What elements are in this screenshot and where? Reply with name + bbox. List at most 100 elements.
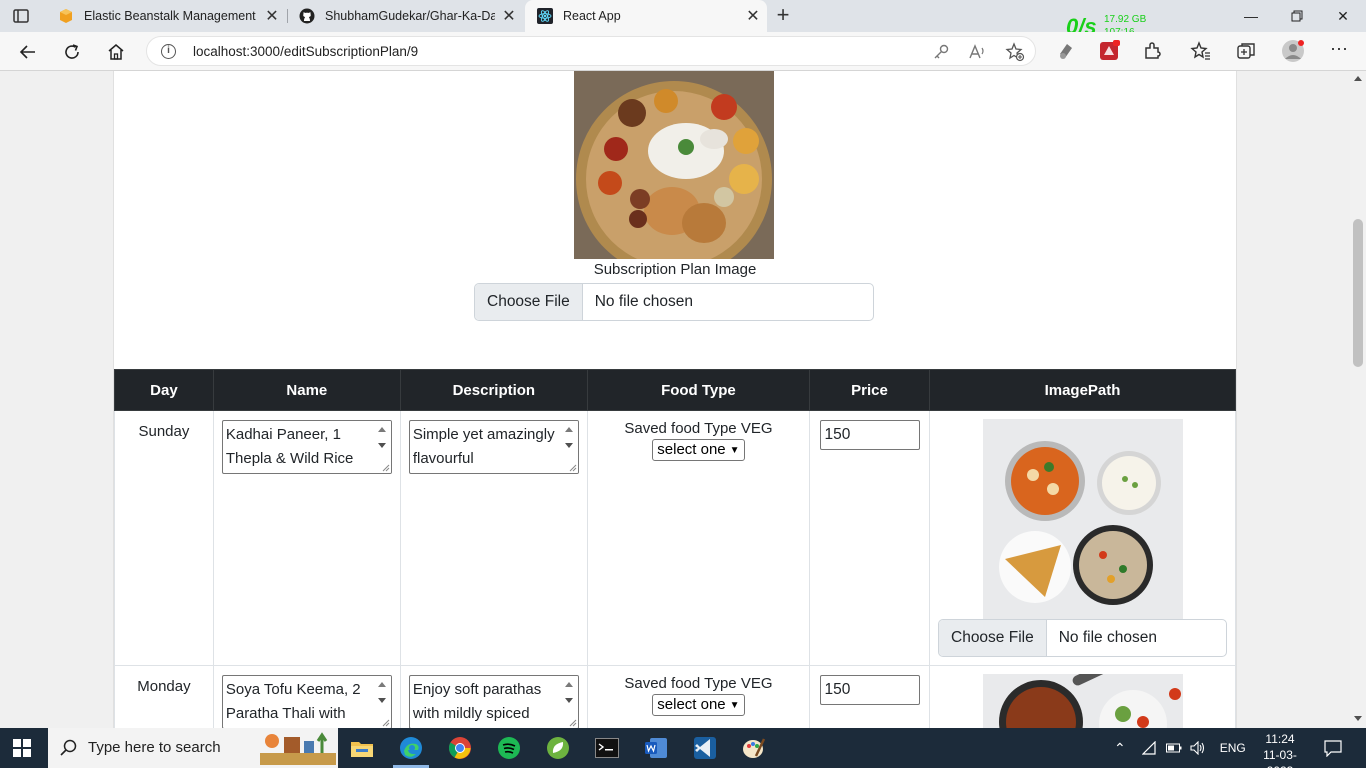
day-cell: Monday — [114, 665, 214, 728]
site-info-icon[interactable]: i — [161, 44, 176, 59]
meal-name-text: Soya Tofu Keema, 2 Paratha Thali with — [225, 681, 361, 722]
react-favicon-icon — [537, 8, 553, 24]
scroll-down-icon[interactable] — [564, 443, 573, 448]
chrome-icon[interactable] — [446, 734, 474, 762]
food-type-cell: Saved food Type VEG select one ▼ — [586, 665, 811, 728]
close-tab-icon[interactable]: ✕ — [495, 6, 523, 26]
description-cell: Simple yet amazingly flavourful — [399, 410, 588, 666]
tab-actions-icon[interactable] — [12, 7, 30, 25]
scroll-down-icon[interactable] — [564, 698, 573, 703]
food-type-select[interactable]: select one ▼ — [652, 439, 745, 461]
restore-icon[interactable] — [1274, 4, 1320, 28]
chevron-up-icon[interactable]: ⌃ — [1114, 740, 1126, 757]
select-value: select one — [657, 441, 726, 458]
price-input[interactable]: 150 — [819, 420, 920, 450]
meal-image — [982, 419, 1183, 619]
system-tray: ⌃ ENG — [1114, 728, 1246, 768]
word-icon[interactable] — [642, 734, 670, 762]
scroll-up-icon[interactable] — [377, 427, 386, 432]
food-type-select[interactable]: select one ▼ — [652, 694, 745, 716]
system-clock[interactable]: 11:24 11-03-2023 — [1250, 731, 1310, 768]
github-favicon-icon — [299, 8, 315, 24]
favorites-icon[interactable] — [1190, 40, 1212, 62]
price-input[interactable]: 150 — [819, 675, 920, 705]
plan-image-file-input[interactable]: Choose File No file chosen — [474, 283, 874, 321]
profile-avatar-icon[interactable] — [1281, 39, 1305, 63]
net-stat-usage: 17.92 GB — [1104, 14, 1147, 25]
resize-grip-icon[interactable] — [380, 717, 390, 727]
select-value: select one — [657, 696, 726, 713]
url-text[interactable]: localhost:3000/editSubscriptionPlan/9 — [193, 44, 418, 59]
tab-elastic-beanstalk[interactable]: Elastic Beanstalk Management Co ✕ — [46, 0, 286, 32]
saved-food-type-label: Saved food Type VEG — [624, 420, 773, 437]
tab-react-app[interactable]: React App ✕ — [525, 0, 767, 32]
page-scrollbar[interactable] — [1350, 71, 1366, 728]
scroll-down-arrow-icon[interactable] — [1354, 716, 1362, 721]
address-bar[interactable]: i localhost:3000/editSubscriptionPlan/9 — [146, 36, 1036, 66]
table-row: Monday Soya Tofu Keema, 2 Paratha Thali … — [114, 665, 1236, 728]
notifications-icon[interactable] — [1324, 739, 1342, 757]
scroll-down-icon[interactable] — [377, 443, 386, 448]
name-cell: Kadhai Paneer, 1 Thepla & Wild Rice — [212, 410, 401, 666]
scroll-up-icon[interactable] — [564, 682, 573, 687]
collections-icon[interactable] — [1235, 40, 1257, 62]
refresh-icon[interactable] — [60, 40, 84, 64]
tab-github[interactable]: ShubhamGudekar/Ghar-Ka-Dabba ✕ — [287, 0, 523, 32]
terminal-icon[interactable] — [593, 734, 621, 762]
volume-icon[interactable] — [1190, 741, 1206, 755]
scroll-up-icon[interactable] — [377, 682, 386, 687]
close-tab-icon[interactable]: ✕ — [258, 6, 286, 26]
scroll-up-icon[interactable] — [564, 427, 573, 432]
close-tab-icon[interactable]: ✕ — [739, 6, 767, 26]
col-header-name: Name — [212, 369, 401, 411]
meal-description-text: Simple yet amazingly flavourful — [412, 426, 555, 467]
tab-title: Elastic Beanstalk Management Co — [84, 9, 258, 23]
scroll-down-icon[interactable] — [377, 698, 386, 703]
home-icon[interactable] — [104, 40, 128, 64]
choose-file-button[interactable]: Choose File — [939, 620, 1047, 656]
resize-grip-icon[interactable] — [567, 462, 577, 472]
key-icon[interactable] — [931, 42, 951, 62]
network-icon[interactable] — [1141, 741, 1156, 755]
meal-description-textarea[interactable]: Simple yet amazingly flavourful — [408, 420, 579, 474]
more-menu-icon[interactable]: ⋯ — [1328, 40, 1350, 62]
meals-table: Day Name Description Food Type Price Ima… — [114, 369, 1236, 728]
new-tab-plus-icon[interactable]: + — [772, 4, 794, 28]
meal-description-text: Enjoy soft parathas with mildly spiced — [412, 681, 542, 722]
table-header-row: Day Name Description Food Type Price Ima… — [114, 369, 1236, 411]
day-cell: Sunday — [114, 410, 214, 666]
meal-image-file-input[interactable]: Choose File No file chosen — [938, 619, 1227, 657]
resize-grip-icon[interactable] — [380, 462, 390, 472]
taskbar-search[interactable]: Type here to search — [48, 728, 338, 768]
resize-grip-icon[interactable] — [567, 717, 577, 727]
minimize-icon[interactable]: — — [1228, 4, 1274, 28]
table-row: Sunday Kadhai Paneer, 1 Thepla & Wild Ri… — [114, 410, 1236, 666]
choose-file-button[interactable]: Choose File — [475, 284, 583, 320]
scrollbar-thumb[interactable] — [1353, 219, 1363, 367]
windows-start-icon[interactable] — [13, 739, 31, 757]
paint-icon[interactable] — [740, 734, 768, 762]
close-window-icon[interactable]: ✕ — [1320, 4, 1366, 28]
scroll-up-arrow-icon[interactable] — [1354, 76, 1362, 81]
battery-icon[interactable] — [1165, 742, 1182, 754]
extension-puzzle-gray-icon[interactable] — [1055, 40, 1077, 62]
meal-name-textarea[interactable]: Kadhai Paneer, 1 Thepla & Wild Rice — [221, 420, 392, 474]
chevron-down-icon: ▼ — [729, 700, 740, 711]
vscode-icon[interactable] — [691, 734, 719, 762]
language-indicator[interactable]: ENG — [1220, 741, 1246, 755]
meal-name-textarea[interactable]: Soya Tofu Keema, 2 Paratha Thali with — [221, 675, 392, 728]
search-placeholder: Type here to search — [88, 739, 221, 756]
meal-description-textarea[interactable]: Enjoy soft parathas with mildly spiced — [408, 675, 579, 728]
edge-browser-icon[interactable] — [397, 734, 425, 762]
read-aloud-icon[interactable] — [967, 42, 987, 62]
clock-date: 11-03-2023 — [1263, 748, 1297, 768]
back-arrow-icon[interactable] — [16, 40, 40, 64]
spring-tool-icon[interactable] — [544, 734, 572, 762]
add-favorite-icon[interactable] — [1005, 42, 1025, 62]
subscription-plan-image — [574, 71, 774, 259]
extensions-icon[interactable] — [1142, 40, 1164, 62]
extension-red-icon[interactable] — [1098, 40, 1120, 62]
spotify-icon[interactable] — [495, 734, 523, 762]
tab-title: ShubhamGudekar/Ghar-Ka-Dabba — [325, 9, 495, 23]
file-explorer-icon[interactable] — [348, 734, 376, 762]
